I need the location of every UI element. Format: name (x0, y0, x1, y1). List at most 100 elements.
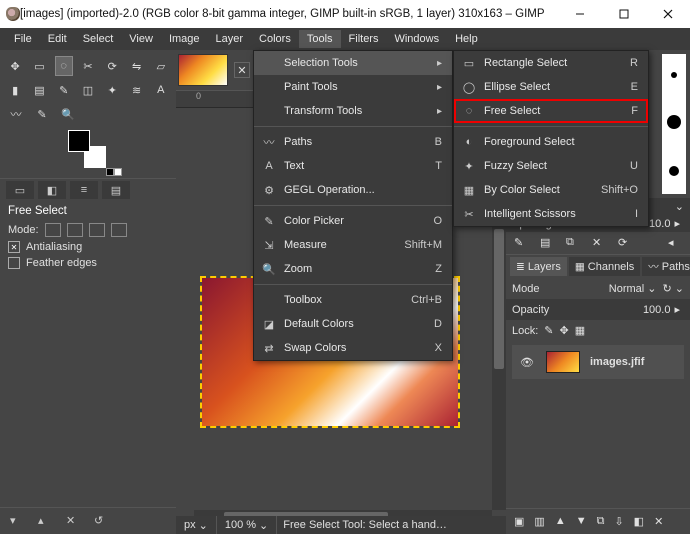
reset-preset-icon[interactable]: ↺ (94, 514, 108, 528)
lock-alpha-icon[interactable]: ▦ (575, 324, 585, 337)
brush-preview[interactable] (662, 54, 686, 194)
path-icon: 〰 (262, 134, 276, 150)
menu-item-measure[interactable]: ⇲MeasureShift+M (254, 233, 452, 257)
del-brush-icon[interactable]: ✕ (592, 236, 606, 250)
smudge-tool[interactable]: ≋ (127, 80, 145, 100)
perspective-tool[interactable]: ▱ (152, 56, 170, 76)
menu-filters[interactable]: Filters (341, 30, 387, 48)
restore-preset-icon[interactable]: ▴ (38, 514, 52, 528)
menu-item-default-colors[interactable]: ◪Default ColorsD (254, 312, 452, 336)
new-layer-icon[interactable]: ▣ (514, 515, 524, 528)
tab-paths[interactable]: 〰 Paths (642, 257, 690, 276)
menu-item-rectangle-select[interactable]: ▭Rectangle SelectR (454, 51, 648, 75)
antialiasing-checkbox[interactable] (8, 241, 20, 253)
layer-group-icon[interactable]: ▥ (534, 515, 544, 528)
tab-layers[interactable]: ≣ Layers (510, 257, 567, 276)
menu-item-by-color-select[interactable]: ▦By Color SelectShift+O (454, 178, 648, 202)
menu-item-zoom[interactable]: 🔍ZoomZ (254, 257, 452, 281)
mode-flip-icon[interactable]: ↻ ⌄ (663, 282, 685, 295)
flip-tool[interactable]: ⇋ (127, 56, 145, 76)
images-tab[interactable]: ▤ (102, 181, 130, 199)
feather-checkbox[interactable] (8, 257, 20, 269)
menu-item-paths[interactable]: 〰PathsB (254, 130, 452, 154)
delete-preset-icon[interactable]: ✕ (66, 514, 80, 528)
edit-brush-icon[interactable]: ✎ (514, 236, 528, 250)
menu-select[interactable]: Select (75, 30, 122, 48)
menu-item-label: Color Picker (284, 215, 425, 227)
menu-help[interactable]: Help (447, 30, 486, 48)
menu-item-selection-tools[interactable]: Selection Tools (254, 51, 452, 75)
free-select-tool[interactable]: ◌ (55, 56, 73, 76)
lock-position-icon[interactable]: ✥ (560, 324, 569, 337)
menu-edit[interactable]: Edit (40, 30, 75, 48)
layer-visibility-icon[interactable]: 👁 (520, 356, 536, 369)
brush-menu-icon[interactable]: ◂ (668, 236, 682, 250)
status-zoom[interactable]: 100 %⌄ (217, 516, 277, 534)
delete-layer-icon[interactable]: ✕ (654, 515, 663, 528)
menu-file[interactable]: File (6, 30, 40, 48)
status-unit[interactable]: px⌄ (176, 516, 217, 534)
tool-options-tab[interactable]: ▭ (6, 181, 34, 199)
dup-brush-icon[interactable]: ⧉ (566, 236, 580, 250)
mask-icon[interactable]: ◧ (634, 515, 644, 528)
layer-row[interactable]: 👁 images.jfif (512, 345, 684, 379)
tab-channels[interactable]: ▦ Channels (569, 257, 640, 276)
mode-replace[interactable] (45, 223, 61, 237)
refresh-brush-icon[interactable]: ⟳ (618, 236, 632, 250)
fuzzy-select-icon: ✦ (462, 160, 476, 173)
bucket-fill-tool[interactable]: ▮ (6, 80, 24, 100)
menu-item-paint-tools[interactable]: Paint Tools (254, 75, 452, 99)
mode-add[interactable] (67, 223, 83, 237)
menu-colors[interactable]: Colors (251, 30, 299, 48)
fg-bg-swatches[interactable] (68, 130, 170, 174)
layer-name[interactable]: images.jfif (590, 356, 644, 368)
mode-intersect[interactable] (111, 223, 127, 237)
menu-item-free-select[interactable]: ◌Free SelectF (454, 99, 648, 123)
layer-up-icon[interactable]: ▲ (555, 515, 566, 528)
minimize-button[interactable] (558, 0, 602, 28)
image-tab-thumb[interactable] (178, 54, 228, 86)
move-tool[interactable]: ✥ (6, 56, 24, 76)
text-tool[interactable]: A (152, 80, 170, 100)
menu-item-fuzzy-select[interactable]: ✦Fuzzy SelectU (454, 154, 648, 178)
lock-pixels-icon[interactable]: ✎ (544, 324, 553, 337)
menu-windows[interactable]: Windows (386, 30, 447, 48)
clone-tool[interactable]: ✦ (103, 80, 121, 100)
default-swap-mini[interactable] (106, 168, 122, 176)
menu-item-color-picker[interactable]: ✎Color PickerO (254, 209, 452, 233)
device-status-tab[interactable]: ◧ (38, 181, 66, 199)
menu-item-toolbox[interactable]: ToolboxCtrl+B (254, 288, 452, 312)
image-tab-close[interactable]: ✕ (234, 62, 250, 78)
menu-item-swap-colors[interactable]: ⇄Swap ColorsX (254, 336, 452, 360)
save-preset-icon[interactable]: ▾ (10, 514, 24, 528)
menu-item-transform-tools[interactable]: Transform Tools (254, 99, 452, 123)
layer-down-icon[interactable]: ▼ (576, 515, 587, 528)
rect-select-tool[interactable]: ▭ (30, 56, 48, 76)
fg-color-swatch[interactable] (68, 130, 90, 152)
close-button[interactable] (646, 0, 690, 28)
dup-layer-icon[interactable]: ⧉ (597, 515, 605, 528)
menu-image[interactable]: Image (161, 30, 208, 48)
mode-subtract[interactable] (89, 223, 105, 237)
menu-item-text[interactable]: ATextT (254, 154, 452, 178)
gradient-tool[interactable]: ▤ (30, 80, 48, 100)
eraser-tool[interactable]: ◫ (79, 80, 97, 100)
eyedropper-tool[interactable]: ✎ (32, 104, 52, 124)
menu-item-foreground-select[interactable]: ◐Foreground Select (454, 130, 648, 154)
menu-tools[interactable]: Tools (299, 30, 341, 48)
blend-mode-select[interactable]: Normal ⌄ (609, 282, 657, 295)
crop-tool[interactable]: ✂ (79, 56, 97, 76)
menu-layer[interactable]: Layer (208, 30, 252, 48)
new-brush-icon[interactable]: ▤ (540, 236, 554, 250)
path-tool[interactable]: 〰 (6, 104, 26, 124)
zoom-tool[interactable]: 🔍 (58, 104, 78, 124)
menu-item-gegl-operation[interactable]: ⚙GEGL Operation... (254, 178, 452, 202)
menu-view[interactable]: View (121, 30, 161, 48)
rotate-tool[interactable]: ⟳ (103, 56, 121, 76)
merge-layer-icon[interactable]: ⇩ (614, 515, 623, 528)
menu-item-ellipse-select[interactable]: ◯Ellipse SelectE (454, 75, 648, 99)
maximize-button[interactable] (602, 0, 646, 28)
history-tab[interactable]: ≡ (70, 181, 98, 199)
menu-item-intelligent-scissors[interactable]: ✂Intelligent ScissorsI (454, 202, 648, 226)
pencil-tool[interactable]: ✎ (55, 80, 73, 100)
